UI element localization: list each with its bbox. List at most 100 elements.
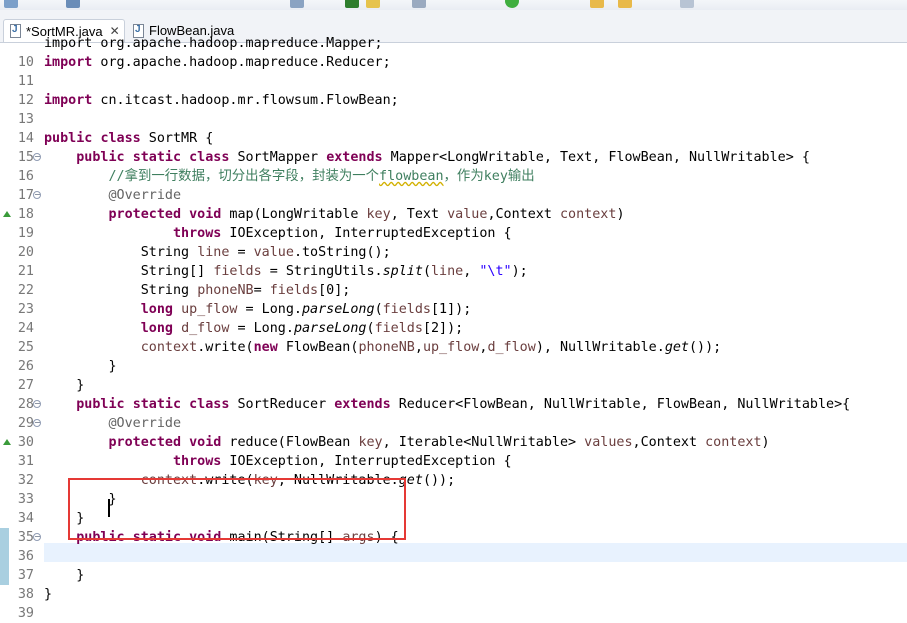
code-token: //拿到一行数据，切分出各字段，封装为一个: [44, 169, 380, 184]
code-line[interactable]: 29− @Override: [0, 414, 907, 433]
line-number: 29: [17, 416, 34, 431]
run-icon[interactable]: [345, 0, 359, 8]
code-line[interactable]: 23 long up_flow = Long.parseLong(fields[…: [0, 300, 907, 319]
run-icon[interactable]: [505, 0, 519, 8]
code-line[interactable]: 38}: [0, 585, 907, 604]
code-line[interactable]: 18 protected void map(LongWritable key, …: [0, 205, 907, 224]
code-line[interactable]: import org.apache.hadoop.mapreduce.Mappe…: [0, 34, 907, 53]
override-triangle-icon[interactable]: [3, 439, 11, 445]
code-text: }: [44, 585, 52, 604]
code-token: flowbean: [379, 169, 444, 184]
code-line[interactable]: 19 throws IOException, InterruptedExcept…: [0, 224, 907, 243]
toolbar-icon[interactable]: [366, 0, 380, 8]
code-line[interactable]: 28− public static class SortReducer exte…: [0, 395, 907, 414]
code-line[interactable]: 13: [0, 110, 907, 129]
code-line[interactable]: 22 String phoneNB= fields[0];: [0, 281, 907, 300]
code-token: phoneNB: [197, 283, 254, 298]
code-token: phoneNB: [358, 340, 415, 355]
line-number: 11: [17, 74, 34, 89]
fold-collapse-icon[interactable]: −: [33, 153, 41, 161]
code-text: context.write(new FlowBean(phoneNB,up_fl…: [44, 338, 722, 357]
code-token: FlowBean(: [277, 340, 359, 355]
code-line[interactable]: 11: [0, 72, 907, 91]
fold-collapse-icon[interactable]: −: [33, 191, 41, 199]
code-text: protected void map(LongWritable key, Tex…: [44, 205, 625, 224]
line-number: 31: [17, 454, 34, 469]
fold-collapse-icon[interactable]: −: [33, 533, 41, 541]
code-token: context: [705, 435, 762, 450]
code-line[interactable]: 31 throws IOException, InterruptedExcept…: [0, 452, 907, 471]
code-token: ,Context: [632, 435, 706, 450]
code-token: @Override: [108, 188, 182, 203]
code-token: ());: [422, 473, 456, 488]
code-token: protected: [108, 435, 182, 450]
code-token: = StringUtils.: [261, 264, 383, 279]
code-line[interactable]: 27 }: [0, 376, 907, 395]
code-line[interactable]: 25 context.write(new FlowBean(phoneNB,up…: [0, 338, 907, 357]
line-number: 21: [17, 264, 34, 279]
code-text: }: [44, 566, 84, 585]
code-token: line: [431, 264, 464, 279]
code-token: IOException, InterruptedException {: [221, 226, 512, 241]
code-token: class: [100, 131, 141, 146]
code-token: Reducer<FlowBean, NullWritable, FlowBean…: [390, 397, 851, 412]
code-text: import org.apache.hadoop.mapreduce.Reduc…: [44, 53, 391, 72]
code-token: throws: [173, 454, 222, 469]
code-text: }: [44, 357, 116, 376]
code-line[interactable]: 26 }: [0, 357, 907, 376]
code-line[interactable]: 10 import org.apache.hadoop.mapreduce.Red…: [0, 53, 907, 72]
code-token: }: [44, 378, 85, 393]
code-line[interactable]: 20 String line = value.toString();: [0, 243, 907, 262]
code-line[interactable]: 36: [0, 547, 907, 566]
code-text: throws IOException, InterruptedException…: [44, 224, 512, 243]
code-token: import: [44, 93, 93, 108]
line-number: 19: [17, 226, 34, 241]
code-line[interactable]: 39: [0, 604, 907, 623]
toolbar-icon[interactable]: [290, 0, 304, 8]
line-number: 27: [17, 378, 34, 393]
code-line[interactable]: 30 protected void reduce(FlowBean key, I…: [0, 433, 907, 452]
code-line[interactable]: 16 //拿到一行数据，切分出各字段，封装为一个flowbean，作为key输出: [0, 167, 907, 186]
code-text: }: [44, 376, 84, 395]
code-text: throws IOException, InterruptedException…: [44, 452, 512, 471]
fold-collapse-icon[interactable]: −: [33, 400, 41, 408]
code-line[interactable]: 17− @Override: [0, 186, 907, 205]
code-text: long d_flow = Long.parseLong(fields[2]);: [44, 319, 464, 338]
code-token: "\t": [479, 264, 512, 279]
toolbar-icon[interactable]: [412, 0, 426, 8]
toolbar-icon[interactable]: [66, 0, 80, 8]
code-token: public: [76, 397, 125, 412]
code-token: value: [447, 207, 488, 222]
code-token: long: [140, 321, 173, 336]
code-token: SortMapper: [229, 150, 327, 165]
code-line[interactable]: 14 public class SortMR {: [0, 129, 907, 148]
code-token: context: [560, 207, 617, 222]
change-marker: [0, 547, 9, 566]
code-text: String phoneNB= fields[0];: [44, 281, 351, 300]
code-token: ): [761, 435, 770, 450]
line-number: 33: [17, 492, 34, 507]
code-token: SortReducer: [229, 397, 335, 412]
toolbar-icon[interactable]: [4, 0, 18, 8]
code-text: public static class SortReducer extends …: [44, 395, 850, 414]
code-token: class: [189, 397, 230, 412]
code-line[interactable]: 24 long d_flow = Long.parseLong(fields[2…: [0, 319, 907, 338]
toolbar-icon[interactable]: [618, 0, 632, 8]
override-triangle-icon[interactable]: [3, 211, 11, 217]
code-line[interactable]: 15− public static class SortMapper exten…: [0, 148, 907, 167]
code-line[interactable]: 37 }: [0, 566, 907, 585]
code-text: public class SortMR {: [44, 129, 213, 148]
toolbar-icon[interactable]: [680, 0, 694, 8]
code-line[interactable]: 12 import cn.itcast.hadoop.mr.flowsum.Flo…: [0, 91, 907, 110]
code-text: @Override: [44, 186, 182, 205]
line-number: 25: [17, 340, 34, 355]
toolbar-icon[interactable]: [590, 0, 604, 8]
fold-collapse-icon[interactable]: −: [33, 419, 41, 427]
code-token: .toString();: [293, 245, 391, 260]
code-line[interactable]: 21 String[] fields = StringUtils.split(l…: [0, 262, 907, 281]
line-number: 34: [17, 511, 34, 526]
